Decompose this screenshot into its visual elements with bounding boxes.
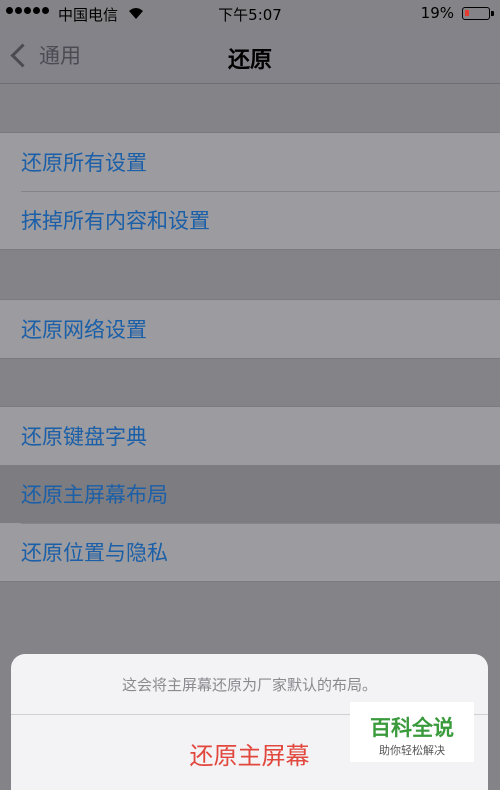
battery-percentage: 19% bbox=[420, 4, 454, 22]
watermark-subtitle: 助你轻松解决 bbox=[379, 744, 445, 757]
status-bar: 中国电信 下午5:07 19% bbox=[0, 0, 500, 28]
erase-all-content-row[interactable]: 抹掉所有内容和设置 bbox=[0, 191, 500, 249]
watermark-title: 百科全说 bbox=[370, 716, 454, 740]
reset-location-privacy-row[interactable]: 还原位置与隐私 bbox=[0, 523, 500, 581]
reset-all-settings-row[interactable]: 还原所有设置 bbox=[0, 133, 500, 191]
reset-group-network: 还原网络设置 bbox=[0, 299, 500, 359]
reset-home-screen-layout-row[interactable]: 还原主屏幕布局 bbox=[0, 465, 500, 523]
reset-network-settings-row[interactable]: 还原网络设置 bbox=[0, 300, 500, 358]
row-label: 还原键盘字典 bbox=[21, 425, 147, 449]
reset-keyboard-dictionary-row[interactable]: 还原键盘字典 bbox=[0, 407, 500, 465]
watermark-logo: 百科全说 助你轻松解决 bbox=[350, 702, 474, 762]
row-label: 抹掉所有内容和设置 bbox=[21, 209, 210, 233]
row-label: 还原位置与隐私 bbox=[21, 541, 168, 565]
reset-group-misc: 还原键盘字典 还原主屏幕布局 还原位置与隐私 bbox=[0, 406, 500, 582]
page-title: 还原 bbox=[227, 48, 272, 73]
row-label: 还原主屏幕布局 bbox=[21, 483, 168, 507]
row-label: 还原网络设置 bbox=[21, 318, 147, 342]
row-label: 还原所有设置 bbox=[21, 151, 147, 175]
navigation-bar: 通用 还原 bbox=[0, 28, 500, 84]
reset-group-all: 还原所有设置 抹掉所有内容和设置 bbox=[0, 132, 500, 250]
battery-icon bbox=[462, 7, 494, 20]
